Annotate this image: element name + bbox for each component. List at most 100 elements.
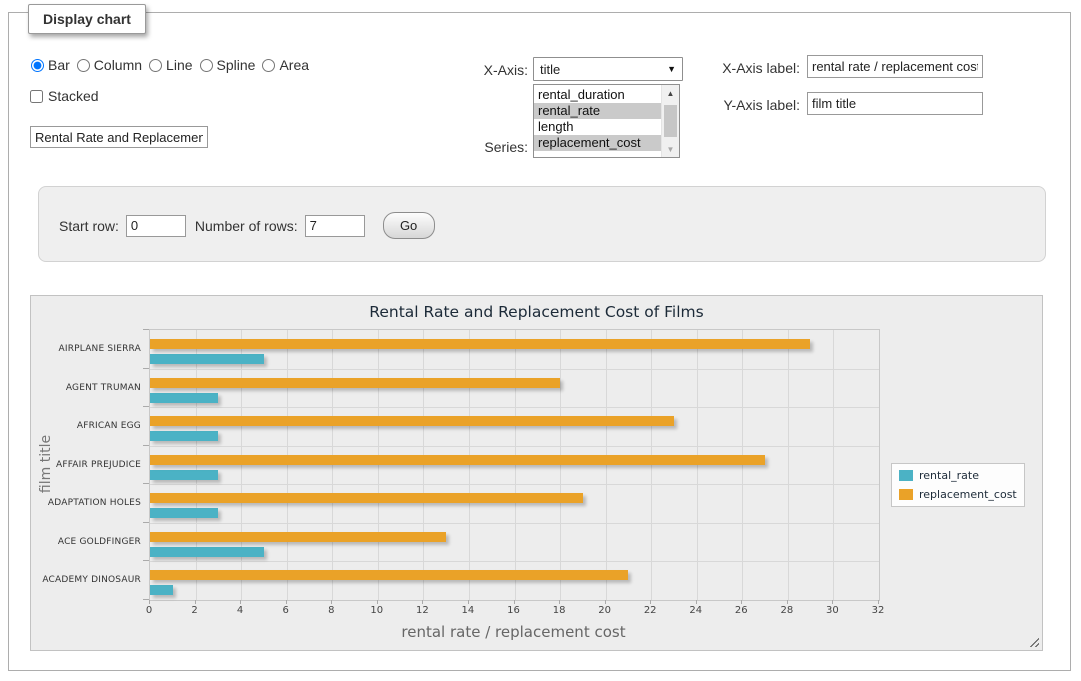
scroll-up-icon[interactable]: ▲: [662, 86, 679, 100]
chart-type-option-bar[interactable]: Bar: [31, 57, 70, 73]
chart-type-option-line[interactable]: Line: [149, 57, 192, 73]
gridline-vertical: [560, 330, 561, 600]
y-axis-tick: [143, 329, 149, 330]
bar-replacement_cost: [150, 570, 628, 580]
y-axis-tick: [143, 522, 149, 523]
series-option-rental_rate[interactable]: rental_rate: [534, 103, 662, 119]
chart-type-option-area[interactable]: Area: [262, 57, 309, 73]
category-label: ACADEMY DINOSAUR: [31, 575, 141, 585]
chart-type-radio-spline[interactable]: [200, 59, 213, 72]
bar-rental_rate: [150, 508, 218, 518]
y-axis-label-label: Y-Axis label:: [703, 97, 800, 113]
bar-rental_rate: [150, 470, 218, 480]
bar-replacement_cost: [150, 339, 810, 349]
y-axis-tick: [143, 368, 149, 369]
bar-rental_rate: [150, 431, 218, 441]
row-controls: Start row: Number of rows: Go: [59, 212, 435, 239]
bar-rental_rate: [150, 354, 264, 364]
series-select-label: Series:: [440, 139, 528, 155]
x-axis-selected-value: title: [540, 62, 560, 77]
chart-legend: rental_rate replacement_cost: [891, 463, 1025, 507]
x-axis-tick: [650, 600, 651, 604]
bar-replacement_cost: [150, 455, 765, 465]
x-tick-label: 28: [769, 605, 805, 616]
bar-replacement_cost: [150, 416, 674, 426]
x-axis-tick: [195, 600, 196, 604]
chart-type-radio-line[interactable]: [149, 59, 162, 72]
bar-rental_rate: [150, 585, 173, 595]
series-scrollbar[interactable]: ▲ ▼: [661, 85, 679, 157]
x-axis-tick: [559, 600, 560, 604]
gridline-vertical: [378, 330, 379, 600]
chart-type-radio-bar[interactable]: [31, 59, 44, 72]
series-option-replacement_cost[interactable]: replacement_cost: [534, 135, 662, 151]
chart-type-option-column[interactable]: Column: [77, 57, 142, 73]
go-button[interactable]: Go: [383, 212, 435, 239]
gridline-vertical: [241, 330, 242, 600]
y-axis-tick: [143, 560, 149, 561]
gridline-horizontal: [150, 484, 879, 485]
x-axis-tick: [240, 600, 241, 604]
x-tick-label: 32: [860, 605, 896, 616]
chart-title: Rental Rate and Replacement Cost of Film…: [31, 303, 1042, 321]
x-tick-label: 4: [222, 605, 258, 616]
x-axis-label-input[interactable]: [807, 55, 983, 78]
gridline-vertical: [606, 330, 607, 600]
chart-type-group: Bar Column Line Spline Area: [31, 57, 316, 73]
chart-type-option-spline[interactable]: Spline: [200, 57, 256, 73]
bar-replacement_cost: [150, 378, 560, 388]
category-label: AIRPLANE SIERRA: [31, 344, 141, 354]
x-axis-select[interactable]: title ▼: [533, 57, 683, 81]
x-axis-tick: [149, 600, 150, 604]
start-row-input[interactable]: [126, 215, 186, 237]
chart-title-input[interactable]: [30, 126, 208, 148]
gridline-horizontal: [150, 446, 879, 447]
chart-type-label-line: Line: [166, 57, 192, 73]
gridline-vertical: [196, 330, 197, 600]
x-axis-tick: [377, 600, 378, 604]
stacked-checkbox[interactable]: [30, 90, 43, 103]
x-tick-label: 18: [541, 605, 577, 616]
series-listbox[interactable]: rental_durationrental_ratelengthreplacem…: [533, 84, 680, 158]
gridline-vertical: [742, 330, 743, 600]
x-tick-label: 30: [814, 605, 850, 616]
x-axis-tick: [468, 600, 469, 604]
x-tick-label: 10: [359, 605, 395, 616]
x-axis-tick: [331, 600, 332, 604]
x-tick-label: 2: [177, 605, 213, 616]
x-axis-select-label: X-Axis:: [440, 62, 528, 78]
x-tick-label: 0: [131, 605, 167, 616]
chart-type-radio-column[interactable]: [77, 59, 90, 72]
scrollbar-thumb[interactable]: [664, 105, 677, 137]
series-option-rental_duration[interactable]: rental_duration: [534, 87, 662, 103]
gridline-horizontal: [150, 369, 879, 370]
x-axis-tick: [605, 600, 606, 604]
resize-handle-icon[interactable]: [1027, 635, 1039, 647]
chart-type-label-column: Column: [94, 57, 142, 73]
row-controls-panel: Start row: Number of rows: Go: [38, 186, 1046, 262]
stacked-option[interactable]: Stacked: [30, 88, 99, 104]
x-tick-label: 12: [404, 605, 440, 616]
chart-x-axis-label: rental rate / replacement cost: [149, 623, 878, 641]
legend-label-replacement_cost: replacement_cost: [919, 488, 1017, 501]
plot-area: [149, 329, 880, 601]
x-axis-tick: [787, 600, 788, 604]
gridline-vertical: [651, 330, 652, 600]
y-axis-tick: [143, 406, 149, 407]
category-label: AGENT TRUMAN: [31, 383, 141, 393]
bar-rental_rate: [150, 547, 264, 557]
y-axis-label-input[interactable]: [807, 92, 983, 115]
legend-swatch-replacement_cost: [899, 489, 913, 500]
gridline-horizontal: [150, 561, 879, 562]
legend-item-rental_rate: rental_rate: [899, 469, 1017, 482]
x-axis-label-label: X-Axis label:: [703, 60, 800, 76]
category-label: ACE GOLDFINGER: [31, 537, 141, 547]
scroll-down-icon[interactable]: ▼: [662, 142, 679, 156]
series-option-length[interactable]: length: [534, 119, 662, 135]
x-axis-tick: [422, 600, 423, 604]
num-rows-input[interactable]: [305, 215, 365, 237]
chart-type-radio-area[interactable]: [262, 59, 275, 72]
x-axis-tick: [286, 600, 287, 604]
x-tick-label: 8: [313, 605, 349, 616]
x-tick-label: 20: [587, 605, 623, 616]
